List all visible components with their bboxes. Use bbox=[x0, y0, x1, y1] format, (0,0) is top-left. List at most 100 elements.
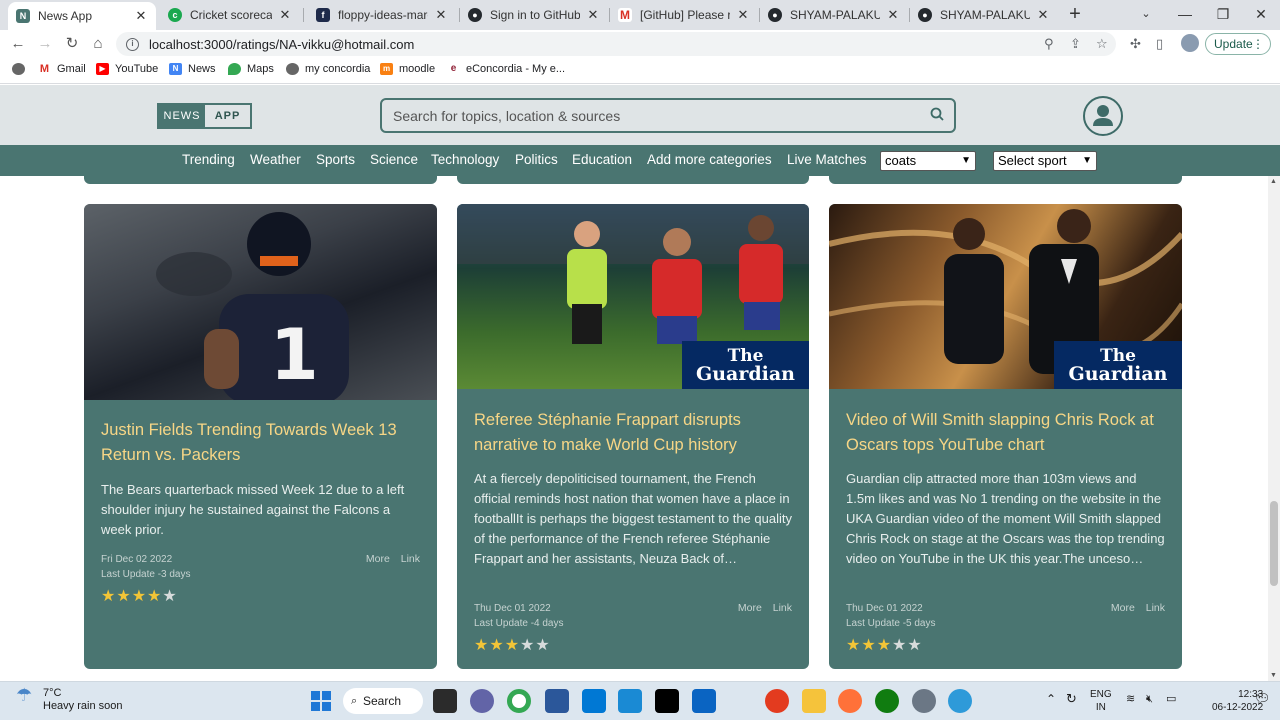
tab-news-app[interactable]: N News App ✕ bbox=[8, 2, 156, 30]
article-title[interactable]: Referee Stéphanie Frappart disrupts narr… bbox=[474, 408, 799, 457]
search-icon[interactable] bbox=[926, 107, 948, 125]
star-icon[interactable]: ★ bbox=[162, 588, 177, 605]
star-icon[interactable]: ★ bbox=[520, 637, 535, 654]
nav-item-weather[interactable]: Weather bbox=[250, 152, 301, 167]
location-pin-icon[interactable]: ⚲ bbox=[1044, 36, 1054, 52]
star-icon[interactable]: ★ bbox=[474, 637, 489, 654]
update-button[interactable]: Update ⋮ bbox=[1205, 33, 1271, 55]
bookmark-econcordia[interactable]: e eConcordia - My e... bbox=[447, 63, 565, 75]
sync-icon[interactable]: ↻ bbox=[1066, 692, 1077, 705]
minimize-button[interactable]: — bbox=[1166, 0, 1204, 30]
tab-github-signin[interactable]: ● Sign in to GitHub · Gi ✕ bbox=[460, 2, 608, 28]
nav-item-sports[interactable]: Sports bbox=[316, 152, 355, 167]
teams-chat-icon[interactable] bbox=[470, 689, 494, 713]
wifi-icon[interactable]: ≋ bbox=[1126, 693, 1135, 706]
nav-item-science[interactable]: Science bbox=[370, 152, 418, 167]
desktop-app-icon[interactable] bbox=[618, 689, 642, 713]
edge-icon[interactable] bbox=[948, 689, 972, 713]
ea-icon[interactable] bbox=[765, 689, 789, 713]
notification-icon[interactable]: 💬︎ bbox=[1254, 692, 1271, 705]
nav-item-technology[interactable]: Technology bbox=[431, 152, 499, 167]
battery-icon[interactable]: ▭ bbox=[1166, 693, 1176, 706]
task-view-icon[interactable] bbox=[433, 689, 457, 713]
weather-widget[interactable]: ☂ 7°C Heavy rain soon bbox=[16, 686, 123, 713]
bookmark-maps[interactable]: Maps bbox=[228, 63, 274, 75]
search-input[interactable]: Search for topics, location & sources bbox=[380, 98, 956, 133]
article-title[interactable]: Justin Fields Trending Towards Week 13 R… bbox=[101, 418, 426, 467]
rating-stars[interactable]: ★★★★★ bbox=[101, 586, 178, 606]
chevron-up-icon[interactable]: ⌃ bbox=[1046, 693, 1056, 706]
nav-item-politics[interactable]: Politics bbox=[515, 152, 558, 167]
star-icon[interactable]: ★ bbox=[116, 588, 131, 605]
source-link[interactable]: Link bbox=[773, 602, 792, 614]
article-title[interactable]: Video of Will Smith slapping Chris Rock … bbox=[846, 408, 1171, 457]
close-icon[interactable]: ✕ bbox=[134, 8, 148, 24]
star-icon[interactable]: ★ bbox=[489, 637, 504, 654]
more-link[interactable]: More bbox=[738, 602, 762, 614]
store-icon[interactable] bbox=[692, 689, 716, 713]
star-icon[interactable]: ★ bbox=[505, 637, 520, 654]
article-card[interactable]: 1 Justin Fields Trending Towards Week 13… bbox=[84, 204, 437, 669]
rating-stars[interactable]: ★★★★★ bbox=[846, 635, 923, 655]
taskbar-search[interactable]: ⌕ Search bbox=[343, 688, 423, 714]
sport-select[interactable]: Select sport ▼ bbox=[993, 151, 1097, 171]
source-link[interactable]: Link bbox=[1146, 602, 1165, 614]
article-card[interactable]: The Guardian Referee Stéphanie Frappart … bbox=[457, 204, 809, 669]
language-indicator[interactable]: ENG IN bbox=[1090, 688, 1112, 714]
maximize-button[interactable]: ❐ bbox=[1204, 0, 1242, 30]
vscode-icon[interactable] bbox=[582, 689, 606, 713]
more-link[interactable]: More bbox=[366, 553, 390, 565]
country-select[interactable]: coats ▼ bbox=[880, 151, 976, 171]
bookmark-gmail[interactable]: M Gmail bbox=[38, 63, 86, 75]
site-info-icon[interactable]: i bbox=[126, 37, 139, 51]
tab-github-repo-1[interactable]: ● SHYAM-PALAKURTHI ✕ bbox=[760, 2, 908, 28]
new-tab-button[interactable]: + bbox=[1064, 4, 1086, 26]
close-icon[interactable]: ✕ bbox=[736, 7, 750, 23]
star-icon[interactable]: ★ bbox=[147, 588, 162, 605]
reload-icon[interactable]: ↻ bbox=[62, 34, 82, 54]
tab-cricket[interactable]: c Cricket scorecard - Ba ✕ bbox=[160, 2, 300, 28]
tab-github-reset[interactable]: M [GitHub] Please reset ✕ bbox=[610, 2, 758, 28]
rating-stars[interactable]: ★★★★★ bbox=[474, 635, 551, 655]
bookmark-youtube[interactable]: ▶ YouTube bbox=[96, 63, 158, 75]
scroll-down-icon[interactable]: ▼ bbox=[1270, 672, 1277, 679]
close-icon[interactable]: ✕ bbox=[278, 7, 292, 23]
profile-avatar-icon[interactable] bbox=[1181, 34, 1199, 52]
close-icon[interactable]: ✕ bbox=[434, 7, 448, 23]
star-icon[interactable]: ★ bbox=[907, 637, 922, 654]
bookmark-news[interactable]: N News bbox=[169, 63, 216, 75]
nav-item-live-matches[interactable]: Live Matches bbox=[787, 152, 867, 167]
back-arrow-icon[interactable]: ← bbox=[8, 34, 28, 54]
windows-start-icon[interactable] bbox=[309, 689, 333, 713]
bookmark-my-concordia[interactable]: my concordia bbox=[286, 63, 370, 75]
source-link[interactable]: Link bbox=[401, 553, 420, 565]
bookmark-moodle[interactable]: m moodle bbox=[380, 63, 435, 75]
home-icon[interactable]: ⌂ bbox=[88, 34, 108, 54]
news-app-logo[interactable]: NEWS APP bbox=[157, 103, 252, 129]
tab-search-chevron-icon[interactable]: ⌄ bbox=[1127, 0, 1165, 30]
close-icon[interactable]: ✕ bbox=[1036, 7, 1050, 23]
article-card[interactable]: The Guardian Video of Will Smith slappin… bbox=[829, 204, 1182, 669]
tab-github-repo-2[interactable]: ● SHYAM-PALAKURTHI ✕ bbox=[910, 2, 1058, 28]
word-icon[interactable] bbox=[545, 689, 569, 713]
bookmark-star-icon[interactable]: ☆ bbox=[1096, 36, 1108, 52]
star-icon[interactable]: ★ bbox=[877, 637, 892, 654]
star-icon[interactable]: ★ bbox=[892, 637, 907, 654]
side-panel-icon[interactable]: ▯ bbox=[1156, 36, 1163, 52]
volume-muted-icon[interactable]: 🔇︎ bbox=[1146, 693, 1153, 706]
star-icon[interactable]: ★ bbox=[132, 588, 147, 605]
user-avatar-icon[interactable] bbox=[1083, 96, 1123, 136]
close-icon[interactable]: ✕ bbox=[586, 7, 600, 23]
scrollbar-thumb[interactable] bbox=[1270, 501, 1278, 586]
more-link[interactable]: More bbox=[1111, 602, 1135, 614]
chrome-icon[interactable] bbox=[507, 689, 531, 713]
star-icon[interactable]: ★ bbox=[861, 637, 876, 654]
tab-floppy-ideas[interactable]: f floppy-ideas-march-... ✕ bbox=[308, 2, 456, 28]
file-explorer-icon[interactable] bbox=[802, 689, 826, 713]
star-icon[interactable]: ★ bbox=[535, 637, 550, 654]
nav-item-education[interactable]: Education bbox=[572, 152, 632, 167]
netflix-icon[interactable] bbox=[655, 689, 679, 713]
settings-gear-icon[interactable] bbox=[912, 689, 936, 713]
firefox-icon[interactable] bbox=[838, 689, 862, 713]
apps-bookmark[interactable] bbox=[12, 63, 31, 75]
